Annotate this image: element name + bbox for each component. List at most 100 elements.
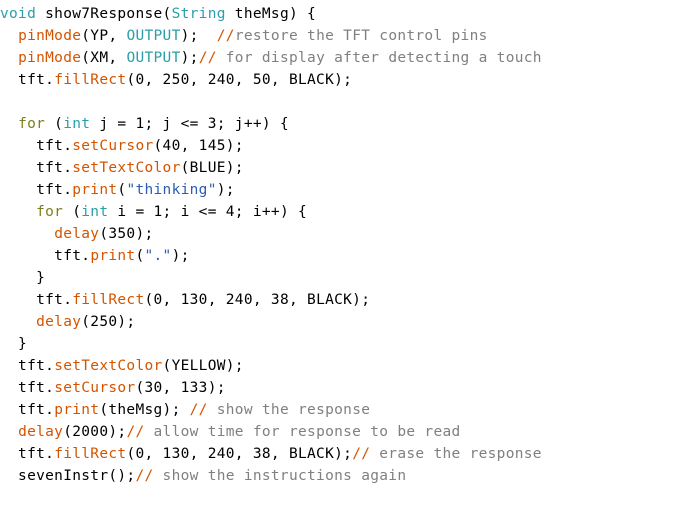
code-line: tft.setTextColor(BLUE); [0,157,542,179]
code-line: tft.fillRect(0, 130, 240, 38, BLACK); [0,289,542,311]
code-token-fn: setTextColor [54,358,163,374]
code-token-plain: } [0,270,46,286]
code-token-plain: tft. [0,182,73,198]
code-token-plain: (YP, [81,28,127,44]
code-token-fn: delay [18,424,64,440]
code-token-plain: tft. [0,402,55,418]
code-token-cmtmark: // [126,424,145,440]
code-line: tft.fillRect(0, 250, 240, 50, BLACK); [0,69,542,91]
code-line: tft.print("."); [0,245,542,267]
code-token-cmt: show the instructions again [153,468,407,484]
code-token-plain: theMsg) { [225,6,317,22]
code-token-fn: setTextColor [72,160,181,176]
code-token-fn: fillRect [72,292,145,308]
code-line: } [0,267,542,289]
code-token-kw: OUTPUT [126,28,181,44]
code-line: for (int j = 1; j <= 3; j++) { [0,113,542,135]
code-line: pinMode(YP, OUTPUT); //restore the TFT c… [0,25,542,47]
code-token-plain: tft. [0,292,73,308]
code-line: tft.setCursor(40, 145); [0,135,542,157]
code-token-fn: print [90,248,136,264]
code-token-str: "thinking" [126,182,217,198]
code-token-cmt: allow time for response to be read [144,424,461,440]
code-token-fn: delay [36,314,82,330]
code-token-kw: int [63,116,91,132]
code-token-plain: (40, 145); [153,138,244,154]
code-token-fn: delay [54,226,100,242]
code-token-plain: tft. [0,446,55,462]
code-token-fn: print [72,182,118,198]
code-token-kw: OUTPUT [126,50,181,66]
code-token-cmt: for display after detecting a touch [216,50,542,66]
code-token-kw: void [0,6,37,22]
code-line: pinMode(XM, OUTPUT);// for display after… [0,47,542,69]
code-token-plain: } [0,336,28,352]
code-line: tft.setTextColor(YELLOW); [0,355,542,377]
code-token-plain: ); [180,50,199,66]
code-token-plain: sevenInstr(); [0,468,136,484]
code-token-plain: ); [216,182,235,198]
code-token-plain: (0, 250, 240, 50, BLACK); [126,72,353,88]
code-token-cmtmark: // [216,28,235,44]
code-line: for (int i = 1; i <= 4; i++) { [0,201,542,223]
code-token-str: "." [144,248,172,264]
code-token-plain: j = 1; j <= 3; j++) { [90,116,289,132]
code-token-plain: (0, 130, 240, 38, BLACK); [126,446,353,462]
code-line: tft.print("thinking"); [0,179,542,201]
code-token-plain: ); [180,28,217,44]
code-block[interactable]: void show7Response(String theMsg) { pinM… [0,0,542,507]
code-token-plain: ( [63,204,82,220]
code-token-plain: (BLUE); [180,160,244,176]
code-token-plain: tft. [0,380,55,396]
code-token-fn: fillRect [54,72,127,88]
code-token-plain: (30, 133); [135,380,226,396]
code-token-plain: (XM, [81,50,127,66]
code-line: tft.setCursor(30, 133); [0,377,542,399]
code-token-plain: tft. [0,248,91,264]
code-token-fn: fillRect [54,446,127,462]
code-line: delay(250); [0,311,542,333]
code-token-plain: ( [45,116,64,132]
code-line: delay(350); [0,223,542,245]
code-token-plain: (250); [81,314,136,330]
code-line: delay(2000);// allow time for response t… [0,421,542,443]
code-token-fn: print [54,402,100,418]
code-line: } [0,333,542,355]
code-token-plain: tft. [0,160,73,176]
code-token-plain: (YELLOW); [162,358,244,374]
code-token-kw: String [171,6,226,22]
code-token-fn: setCursor [72,138,154,154]
code-listing-page: void show7Response(String theMsg) { pinM… [0,0,674,507]
code-token-cmtmark: // [189,402,208,418]
code-line: sevenInstr();// show the instructions ag… [0,465,542,487]
code-token-cmtmark: // [352,446,371,462]
code-token-plain: (350); [99,226,154,242]
code-token-plain: i = 1; i <= 4; i++) { [108,204,308,220]
code-token-plain: tft. [0,138,73,154]
code-token-cmtmark: // [135,468,154,484]
code-token-plain: tft. [0,358,55,374]
code-token-plain: ); [171,248,190,264]
code-token-plain: (0, 130, 240, 38, BLACK); [144,292,371,308]
code-line: tft.print(theMsg); // show the response [0,399,542,421]
code-line: void show7Response(String theMsg) { [0,3,542,25]
code-token-plain: (theMsg); [99,402,190,418]
code-token-cmt: erase the response [370,446,542,462]
code-token-fn: setCursor [54,380,136,396]
code-token-ctrl: for [18,116,46,132]
code-token-plain: (2000); [63,424,127,440]
code-token-ctrl: for [36,204,64,220]
code-token-fn: pinMode [18,50,82,66]
code-token-fn: pinMode [18,28,82,44]
code-token-plain: ( [135,248,145,264]
code-token-cmt: restore the TFT control pins [234,28,488,44]
